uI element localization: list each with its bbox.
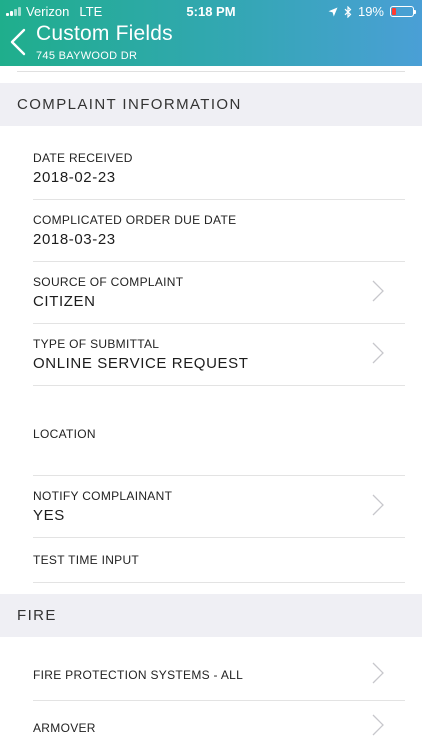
back-chevron-icon[interactable] bbox=[6, 26, 32, 58]
field-label: DATE RECEIVED bbox=[33, 151, 133, 165]
status-bar-right: 19% bbox=[328, 4, 416, 19]
field-row-test-time-input[interactable]: TEST TIME INPUT bbox=[33, 538, 405, 583]
field-label: NOTIFY COMPLAINANT bbox=[33, 489, 173, 503]
custom-fields-list[interactable]: COMPLAINT INFORMATION DATE RECEIVED 2018… bbox=[0, 66, 422, 750]
field-row-type-of-submittal[interactable]: TYPE OF SUBMITTAL ONLINE SERVICE REQUEST bbox=[33, 324, 405, 386]
field-label: ARMOVER bbox=[33, 721, 96, 735]
field-row-date-received[interactable]: DATE RECEIVED 2018-02-23 bbox=[33, 126, 405, 200]
field-row-source-of-complaint[interactable]: SOURCE OF COMPLAINT CITIZEN bbox=[33, 262, 405, 324]
location-arrow-icon bbox=[328, 7, 338, 16]
chevron-right-icon bbox=[372, 714, 384, 736]
field-label: COMPLICATED ORDER DUE DATE bbox=[33, 213, 237, 227]
bluetooth-icon bbox=[344, 5, 352, 18]
field-value: 2018-03-23 bbox=[33, 231, 116, 248]
field-value: YES bbox=[33, 507, 65, 524]
chevron-right-icon bbox=[372, 494, 384, 516]
page-title: Custom Fields bbox=[36, 22, 173, 45]
chevron-right-icon bbox=[372, 662, 384, 684]
navigation-header: Verizon LTE 5:18 PM 19% Custom Fields 74… bbox=[0, 0, 422, 66]
section-header-fire: FIRE bbox=[0, 594, 422, 637]
field-row-location[interactable]: LOCATION bbox=[33, 386, 405, 476]
field-value: 2018-02-23 bbox=[33, 169, 116, 186]
field-label: LOCATION bbox=[33, 427, 96, 441]
field-value: CITIZEN bbox=[33, 293, 96, 310]
field-row-fire-protection-systems[interactable]: FIRE PROTECTION SYSTEMS - ALL bbox=[33, 654, 405, 701]
battery-icon bbox=[390, 6, 416, 17]
field-label: TYPE OF SUBMITTAL bbox=[33, 337, 160, 351]
divider bbox=[17, 71, 405, 72]
battery-level-fill bbox=[392, 8, 396, 15]
chevron-right-icon bbox=[372, 280, 384, 302]
field-label: FIRE PROTECTION SYSTEMS - ALL bbox=[33, 668, 244, 682]
field-label: SOURCE OF COMPLAINT bbox=[33, 275, 184, 289]
page-subtitle-address: 745 BAYWOOD DR bbox=[36, 50, 138, 62]
field-value: ONLINE SERVICE REQUEST bbox=[33, 355, 249, 372]
chevron-right-icon bbox=[372, 342, 384, 364]
field-label: TEST TIME INPUT bbox=[33, 553, 140, 567]
field-row-notify-complainant[interactable]: NOTIFY COMPLAINANT YES bbox=[33, 476, 405, 538]
status-bar: Verizon LTE 5:18 PM 19% bbox=[0, 0, 422, 22]
field-row-complicated-order-due-date[interactable]: COMPLICATED ORDER DUE DATE 2018-03-23 bbox=[33, 200, 405, 262]
field-row-armover[interactable]: ARMOVER bbox=[33, 701, 405, 750]
section-header-complaint-information: COMPLAINT INFORMATION bbox=[0, 83, 422, 126]
battery-percentage: 19% bbox=[357, 4, 384, 19]
